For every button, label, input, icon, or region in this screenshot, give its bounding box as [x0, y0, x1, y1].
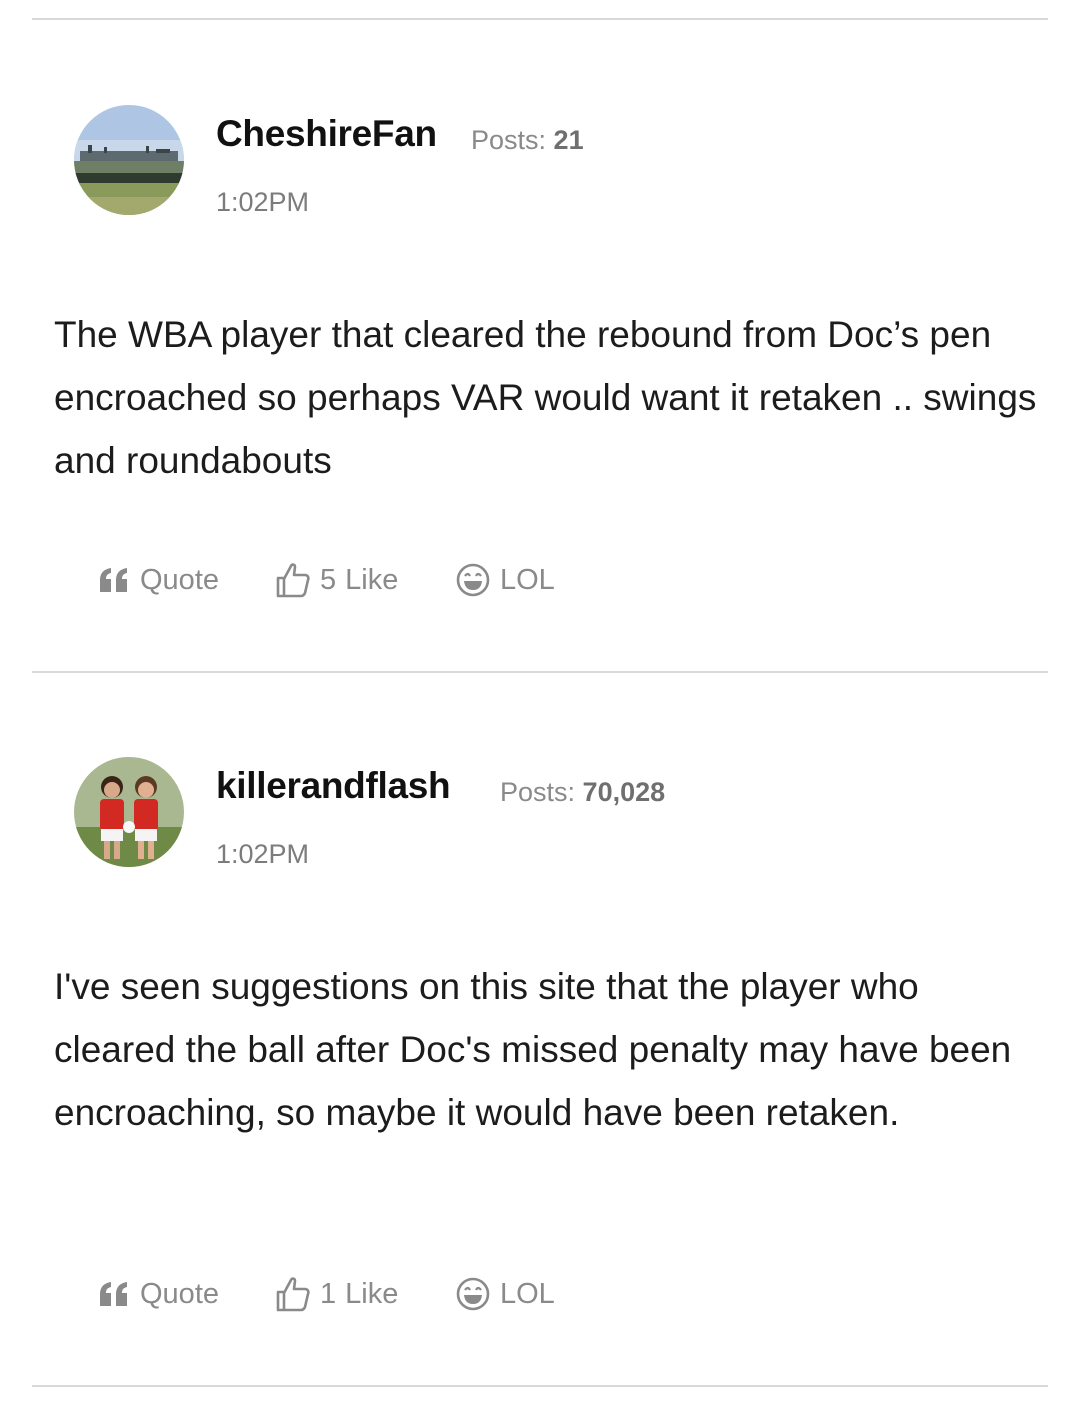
- posts-count-value: 21: [553, 125, 584, 155]
- lol-label: LOL: [500, 563, 555, 596]
- laughing-face-icon: [456, 563, 490, 597]
- lol-button[interactable]: LOL: [456, 563, 555, 597]
- quote-button[interactable]: Quote: [98, 564, 276, 597]
- like-button[interactable]: 5 Like: [276, 562, 456, 598]
- top-divider: [32, 18, 1048, 20]
- bottom-divider: [32, 1385, 1048, 1387]
- posts-count-value: 70,028: [582, 777, 666, 807]
- like-label: Like: [345, 563, 399, 596]
- avatar[interactable]: [74, 757, 184, 867]
- like-label: Like: [345, 1277, 399, 1310]
- quote-icon: [98, 568, 130, 592]
- lol-button[interactable]: LOL: [456, 1277, 555, 1311]
- avatar[interactable]: [74, 105, 184, 215]
- post-author[interactable]: CheshireFan: [216, 113, 437, 155]
- post-time: 1:02PM: [216, 187, 310, 217]
- post-divider: [32, 671, 1048, 673]
- post-actions: Quote 1 Like LOL: [98, 1274, 555, 1314]
- forum-post: killerandflash Posts: 70,028 1:02PM I've…: [0, 757, 1079, 1357]
- post-body: The WBA player that cleared the rebound …: [54, 314, 1037, 481]
- like-count: 5: [320, 563, 337, 596]
- quote-icon: [98, 1282, 130, 1306]
- post-count: Posts: 21: [471, 125, 584, 156]
- post-actions: Quote 5 Like LOL: [98, 560, 555, 600]
- thumbs-up-icon: [276, 1276, 310, 1312]
- post-count: Posts: 70,028: [500, 777, 665, 808]
- post-author[interactable]: killerandflash: [216, 765, 451, 807]
- lol-label: LOL: [500, 1277, 555, 1310]
- like-button[interactable]: 1 Like: [276, 1276, 456, 1312]
- post-time: 1:02PM: [216, 839, 310, 869]
- laughing-face-icon: [456, 1277, 490, 1311]
- forum-post: CheshireFan Posts: 21 1:02PM The WBA pla…: [0, 105, 1079, 625]
- posts-label: Posts:: [471, 125, 547, 155]
- quote-button[interactable]: Quote: [98, 1278, 276, 1311]
- posts-label: Posts:: [500, 777, 576, 807]
- quote-label: Quote: [140, 563, 219, 596]
- thumbs-up-icon: [276, 562, 310, 598]
- like-count: 1: [320, 1277, 337, 1310]
- post-body: I've seen suggestions on this site that …: [54, 966, 1012, 1133]
- quote-label: Quote: [140, 1277, 219, 1310]
